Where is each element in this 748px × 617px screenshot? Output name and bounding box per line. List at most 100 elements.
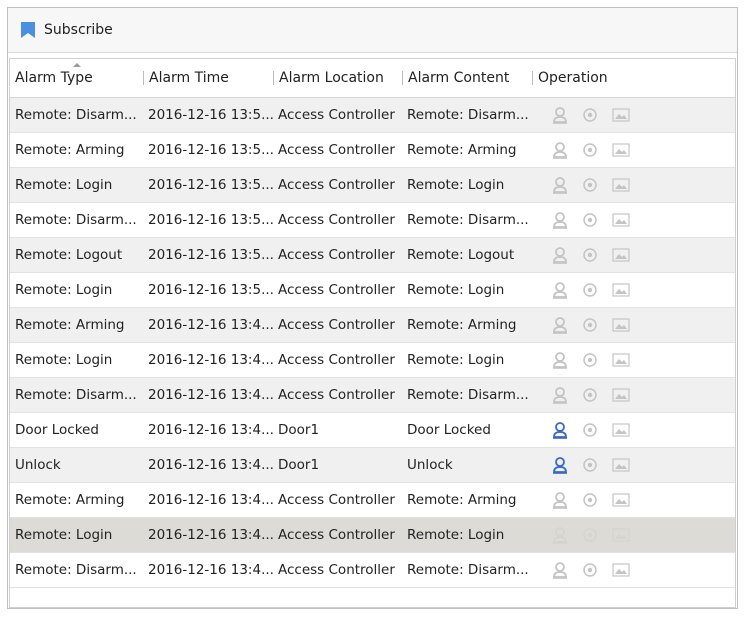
cell-type: Remote: Login — [10, 272, 143, 308]
cell-content: Remote: Login — [402, 342, 532, 378]
cell-type: Remote: Disarm... — [10, 552, 143, 588]
cell-time: 2016-12-16 13:4... — [143, 447, 273, 483]
cell-location: Access Controller — [273, 237, 402, 273]
eye-icon[interactable] — [582, 212, 598, 228]
person-icon[interactable] — [552, 526, 568, 544]
cell-operation — [532, 517, 735, 553]
cell-operation — [532, 237, 735, 273]
eye-icon[interactable] — [582, 247, 598, 263]
person-icon[interactable] — [552, 246, 568, 264]
picture-icon[interactable] — [612, 528, 630, 542]
person-icon[interactable] — [552, 421, 568, 439]
column-header-operation[interactable]: Operation — [532, 59, 735, 98]
eye-icon[interactable] — [582, 387, 598, 403]
table-row[interactable]: Unlock 2016-12-16 13:4... Door1 Unlock — [10, 447, 735, 483]
cell-location: Access Controller — [273, 132, 402, 168]
eye-icon[interactable] — [582, 562, 598, 578]
person-icon[interactable] — [552, 281, 568, 299]
picture-icon[interactable] — [612, 388, 630, 402]
eye-icon[interactable] — [582, 352, 598, 368]
cell-type: Remote: Arming — [10, 307, 143, 343]
table-row[interactable]: Remote: Arming 2016-12-16 13:4... Access C… — [10, 482, 735, 518]
cell-time: 2016-12-16 13:5... — [143, 272, 273, 308]
alarm-table-container[interactable]: Alarm Type Alarm Time Alarm Location Ala… — [9, 58, 736, 608]
cell-content: Remote: Arming — [402, 132, 532, 168]
picture-icon[interactable] — [612, 458, 630, 472]
picture-icon[interactable] — [612, 143, 630, 157]
eye-icon[interactable] — [582, 317, 598, 333]
subscribe-button[interactable]: Subscribe — [20, 21, 113, 39]
person-icon[interactable] — [552, 211, 568, 229]
picture-icon[interactable] — [612, 563, 630, 577]
person-icon[interactable] — [552, 456, 568, 474]
cell-content: Remote: Disarm... — [402, 552, 532, 588]
table-row[interactable]: Remote: Disarm... 2016-12-16 13:5... Acces… — [10, 97, 735, 133]
eye-icon[interactable] — [582, 492, 598, 508]
cell-type: Remote: Login — [10, 517, 143, 553]
column-header-alarm-location[interactable]: Alarm Location — [273, 59, 402, 98]
cell-content: Remote: Login — [402, 517, 532, 553]
cell-type: Unlock — [10, 447, 143, 483]
picture-icon[interactable] — [612, 108, 630, 122]
table-row[interactable]: Remote: Login 2016-12-16 13:5... Access Co… — [10, 272, 735, 308]
column-header-alarm-time[interactable]: Alarm Time — [143, 59, 273, 98]
cell-time: 2016-12-16 13:4... — [143, 552, 273, 588]
table-row[interactable]: Remote: Login 2016-12-16 13:4... Access Co… — [10, 342, 735, 378]
cell-location: Access Controller — [273, 377, 402, 413]
cell-content: Remote: Disarm... — [402, 202, 532, 238]
picture-icon[interactable] — [612, 353, 630, 367]
person-icon[interactable] — [552, 351, 568, 369]
person-icon[interactable] — [552, 386, 568, 404]
eye-icon[interactable] — [582, 282, 598, 298]
table-row[interactable]: Remote: Disarm... 2016-12-16 13:4... Acces… — [10, 377, 735, 413]
cell-location: Access Controller — [273, 307, 402, 343]
cell-content: Remote: Login — [402, 272, 532, 308]
person-icon[interactable] — [552, 316, 568, 334]
table-row[interactable]: Remote: Arming 2016-12-16 13:4... Access C… — [10, 307, 735, 343]
table-row[interactable]: Remote: Disarm... 2016-12-16 13:4... Acces… — [10, 552, 735, 588]
cell-operation — [532, 132, 735, 168]
toolbar: Subscribe — [8, 8, 737, 53]
picture-icon[interactable] — [612, 213, 630, 227]
person-icon[interactable] — [552, 561, 568, 579]
picture-icon[interactable] — [612, 423, 630, 437]
person-icon[interactable] — [552, 491, 568, 509]
cell-content: Remote: Arming — [402, 482, 532, 518]
picture-icon[interactable] — [612, 493, 630, 507]
person-icon[interactable] — [552, 141, 568, 159]
cell-location: Access Controller — [273, 97, 402, 133]
eye-icon[interactable] — [582, 457, 598, 473]
cell-operation — [532, 552, 735, 588]
cell-content: Remote: Arming — [402, 307, 532, 343]
table-header-row: Alarm Type Alarm Time Alarm Location Ala… — [10, 59, 735, 98]
subscribe-label: Subscribe — [44, 22, 113, 38]
picture-icon[interactable] — [612, 318, 630, 332]
column-header-alarm-content[interactable]: Alarm Content — [402, 59, 532, 98]
cell-time: 2016-12-16 13:4... — [143, 307, 273, 343]
cell-location: Access Controller — [273, 202, 402, 238]
eye-icon[interactable] — [582, 107, 598, 123]
cell-location: Access Controller — [273, 342, 402, 378]
picture-icon[interactable] — [612, 283, 630, 297]
cell-location: Access Controller — [273, 167, 402, 203]
cell-type: Remote: Disarm... — [10, 202, 143, 238]
person-icon[interactable] — [552, 106, 568, 124]
table-row[interactable]: Remote: Login 2016-12-16 13:5... Access Co… — [10, 167, 735, 203]
cell-type: Remote: Logout — [10, 237, 143, 273]
eye-icon[interactable] — [582, 527, 598, 543]
picture-icon[interactable] — [612, 248, 630, 262]
table-row[interactable]: Remote: Login 2016-12-16 13:4... Access Co… — [10, 517, 735, 553]
eye-icon[interactable] — [582, 177, 598, 193]
person-icon[interactable] — [552, 176, 568, 194]
cell-location: Access Controller — [273, 272, 402, 308]
eye-icon[interactable] — [582, 422, 598, 438]
eye-icon[interactable] — [582, 142, 598, 158]
cell-operation — [532, 307, 735, 343]
cell-operation — [532, 447, 735, 483]
table-row[interactable]: Remote: Logout 2016-12-16 13:5... Access C… — [10, 237, 735, 273]
table-row[interactable]: Remote: Arming 2016-12-16 13:5... Access C… — [10, 132, 735, 168]
table-row[interactable]: Door Locked 2016-12-16 13:4... Door1 Door L… — [10, 412, 735, 448]
picture-icon[interactable] — [612, 178, 630, 192]
table-row[interactable]: Remote: Disarm... 2016-12-16 13:5... Acces… — [10, 202, 735, 238]
column-header-alarm-type[interactable]: Alarm Type — [10, 59, 143, 98]
